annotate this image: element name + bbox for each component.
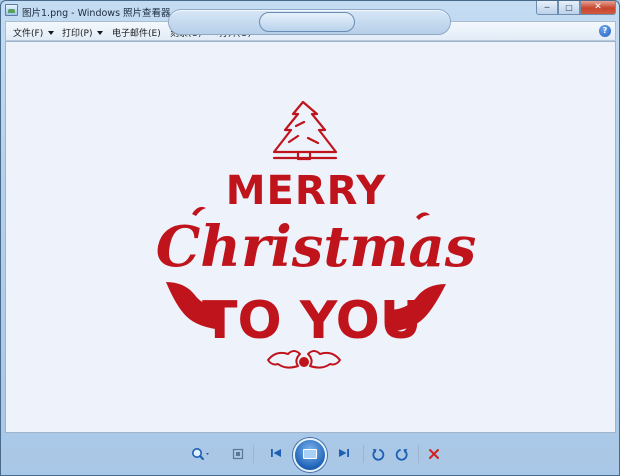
window-title: 图片1.png - Windows 照片查看器 bbox=[22, 8, 171, 19]
zoom-button[interactable] bbox=[189, 445, 213, 463]
toolbar-divider bbox=[253, 445, 254, 463]
slideshow-button[interactable] bbox=[293, 438, 327, 472]
zoom-icon bbox=[192, 448, 209, 460]
previous-icon bbox=[271, 449, 281, 457]
actual-size-icon bbox=[232, 448, 244, 460]
chevron-down-icon bbox=[97, 30, 104, 35]
menu-email[interactable]: 电子邮件(E) bbox=[112, 26, 161, 39]
chevron-down-icon bbox=[48, 30, 55, 35]
rotate-right-button[interactable] bbox=[393, 445, 411, 463]
window-controls: ─ □ ✕ bbox=[536, 1, 616, 15]
delete-button[interactable] bbox=[425, 445, 443, 463]
menu-file[interactable]: 文件(F) bbox=[13, 26, 55, 39]
actual-size-button[interactable] bbox=[229, 445, 247, 463]
menu-file-label: 文件(F) bbox=[13, 29, 44, 39]
to-you-text: TO YOU bbox=[202, 291, 422, 351]
slideshow-icon bbox=[303, 449, 317, 459]
tree-icon bbox=[272, 100, 338, 161]
christmas-artwork: MERRY Christmas TO YOU bbox=[156, 100, 477, 369]
image-viewport[interactable]: MERRY Christmas TO YOU bbox=[5, 41, 616, 433]
photo-viewer-app-icon[interactable] bbox=[5, 4, 18, 16]
toolbar-divider bbox=[363, 445, 364, 463]
menu-print[interactable]: 打印(P) bbox=[62, 26, 104, 39]
rotate-right-icon bbox=[395, 449, 408, 461]
delete-icon bbox=[429, 449, 439, 459]
merry-text: MERRY bbox=[226, 168, 387, 214]
maximize-button[interactable]: □ bbox=[558, 1, 580, 15]
holly-icon bbox=[267, 350, 341, 369]
help-icon[interactable]: ? bbox=[599, 25, 611, 37]
rotate-left-button[interactable] bbox=[369, 445, 387, 463]
rotate-left-icon bbox=[372, 449, 385, 461]
menu-email-label: 电子邮件(E) bbox=[112, 29, 161, 39]
minimize-button[interactable]: ─ bbox=[536, 1, 558, 15]
christmas-text: Christmas bbox=[156, 214, 477, 280]
menu-print-label: 打印(P) bbox=[62, 29, 93, 39]
next-icon bbox=[339, 449, 349, 457]
toolbar-divider bbox=[418, 445, 419, 463]
navigation-group bbox=[259, 12, 355, 32]
previous-button[interactable] bbox=[265, 445, 287, 461]
close-button[interactable]: ✕ bbox=[580, 1, 616, 15]
photo-viewer-window: 图片1.png - Windows 照片查看器 ─ □ ✕ 文件(F) 打印(P… bbox=[0, 0, 620, 476]
next-button[interactable] bbox=[333, 445, 355, 461]
